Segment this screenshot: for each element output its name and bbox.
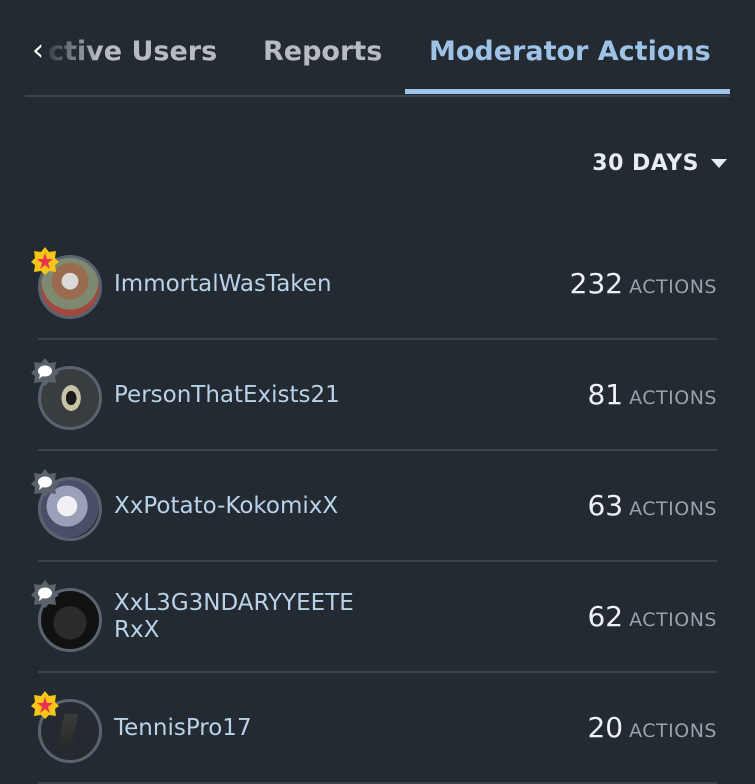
list-item[interactable]: PersonThatExists21 81 ACTIONS (0, 340, 755, 451)
action-count: 63 ACTIONS (587, 489, 717, 522)
active-tab-indicator (405, 89, 730, 94)
time-range-dropdown[interactable]: 30 DAYS (592, 146, 727, 180)
list-item[interactable]: XxPotato-KokomixX 63 ACTIONS (0, 451, 755, 562)
star-badge-icon (31, 691, 59, 719)
action-count: 232 ACTIONS (569, 267, 717, 300)
moderator-name[interactable]: PersonThatExists21 (114, 382, 340, 409)
action-count: 81 ACTIONS (587, 378, 717, 411)
chat-badge-icon (31, 580, 59, 608)
star-badge-icon (31, 247, 59, 275)
list-item[interactable]: TennisPro17 20 ACTIONS (0, 673, 755, 784)
list-item[interactable]: XxL3G3NDARYYEETE RxX 62 ACTIONS (0, 562, 755, 673)
action-count: 62 ACTIONS (587, 600, 717, 633)
action-count: 20 ACTIONS (587, 711, 717, 744)
list-item[interactable]: ImmortalWasTaken 232 ACTIONS (0, 229, 755, 340)
time-range-label: 30 DAYS (592, 150, 699, 176)
tab-active-users[interactable]: ctive Users (48, 32, 216, 72)
caret-down-icon (711, 158, 727, 168)
tab-reports[interactable]: Reports (263, 32, 382, 72)
moderator-name[interactable]: XxPotato-KokomixX (114, 493, 338, 520)
moderator-name[interactable]: ImmortalWasTaken (114, 271, 332, 298)
chat-badge-icon (31, 358, 59, 386)
chat-badge-icon (31, 469, 59, 497)
tab-moderator-actions[interactable]: Moderator Actions (429, 32, 711, 72)
moderator-name[interactable]: TennisPro17 (114, 715, 252, 742)
moderator-name[interactable]: XxL3G3NDARYYEETE RxX (114, 590, 354, 644)
